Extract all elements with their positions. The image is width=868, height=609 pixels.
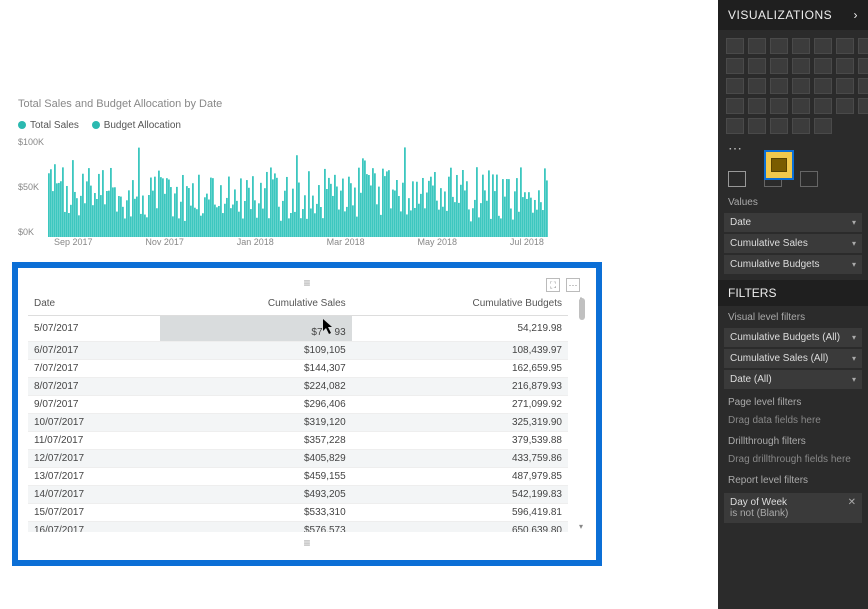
viz-type-icon[interactable] [814,118,832,134]
drop-hint[interactable]: Drag data fields here [718,411,868,430]
scroll-thumb[interactable] [579,298,585,320]
values-label: Values [718,191,868,211]
legend-dot-icon [92,121,100,129]
table-row[interactable]: 5/07/2017$79354,219.98 [28,316,568,342]
page-filters-label: Page level filters [718,391,868,411]
chevron-down-icon[interactable]: ▾ [852,354,856,363]
viz-type-icon[interactable] [836,78,854,94]
viz-type-icon[interactable] [792,98,810,114]
table-row[interactable]: 14/07/2017$493,205542,199.83 [28,486,568,504]
field-pill[interactable]: Date▾ [724,213,862,232]
report-filter-pill[interactable]: Day of Week is not (Blank) ✕ [724,493,862,523]
col-header[interactable]: Cumulative Budgets [352,294,568,316]
table-row[interactable]: 10/07/2017$319,120325,319.90 [28,414,568,432]
filters-header[interactable]: FILTERS [718,280,868,306]
analytics-tab-icon[interactable] [800,171,818,187]
table-row[interactable]: 7/07/2017$144,307162,659.95 [28,360,568,378]
viz-type-grid [718,30,868,138]
filter-pill[interactable]: Cumulative Budgets (All)▾ [724,328,862,347]
scrollbar[interactable]: ▴ ▾ [576,294,586,532]
viz-type-icon[interactable] [858,38,868,54]
viz-type-icon[interactable] [770,58,788,74]
viz-type-icon[interactable] [836,98,854,114]
drop-hint[interactable]: Drag drillthrough fields here [718,450,868,469]
viz-type-icon[interactable] [858,58,868,74]
scroll-down-icon[interactable]: ▾ [576,522,586,532]
viz-type-icon[interactable] [792,38,810,54]
col-header[interactable]: Cumulative Sales [160,294,351,316]
chevron-down-icon[interactable]: ▾ [852,375,856,384]
table-row[interactable]: 6/07/2017$109,105108,439.97 [28,342,568,360]
viz-type-icon[interactable] [792,58,810,74]
chevron-down-icon[interactable]: ▾ [852,260,856,269]
table-row[interactable]: 13/07/2017$459,155487,979.85 [28,468,568,486]
chart-title: Total Sales and Budget Allocation by Dat… [18,98,578,110]
viz-type-icon[interactable] [814,98,832,114]
viz-type-icon[interactable] [726,98,744,114]
viz-type-icon[interactable] [792,78,810,94]
table-scroll[interactable]: Date Cumulative Sales Cumulative Budgets… [28,294,586,532]
field-pill[interactable]: Cumulative Budgets▾ [724,255,862,274]
viz-type-icon[interactable] [814,78,832,94]
viz-type-icon[interactable] [748,118,766,134]
table-row[interactable]: 9/07/2017$296,406271,099.92 [28,396,568,414]
viz-type-icon[interactable] [748,98,766,114]
viz-type-icon[interactable] [770,118,788,134]
chart-visual[interactable]: Total Sales and Budget Allocation by Dat… [18,98,578,247]
more-options-icon[interactable]: ⋯ [566,278,580,292]
drag-handle-icon[interactable]: ≡ [28,536,586,550]
report-canvas: Total Sales and Budget Allocation by Dat… [0,0,718,609]
table-row[interactable]: 16/07/2017$576,573650,639.80 [28,522,568,533]
viz-type-icon[interactable] [770,98,788,114]
viz-type-icon[interactable] [814,38,832,54]
viz-type-icon[interactable] [792,118,810,134]
chart-y-axis: $100K $50K $0K [18,137,44,237]
viz-type-icon[interactable] [836,58,854,74]
filter-pill[interactable]: Date (All)▾ [724,370,862,389]
drillthrough-label: Drillthrough filters [718,430,868,450]
viz-type-icon[interactable] [748,38,766,54]
viz-type-icon[interactable] [858,98,868,114]
viz-type-icon[interactable] [726,58,744,74]
viz-type-icon[interactable] [770,78,788,94]
report-filters-label: Report level filters [718,469,868,489]
table-row[interactable]: 8/07/2017$224,082216,879.93 [28,378,568,396]
viz-type-icon[interactable] [726,78,744,94]
chevron-down-icon[interactable]: ▾ [852,218,856,227]
legend-dot-icon [18,121,26,129]
table-row[interactable]: 11/07/2017$357,228379,539.88 [28,432,568,450]
chart-bars [48,137,548,237]
chart-legend: Total Sales Budget Allocation [18,120,578,131]
viz-type-icon[interactable] [770,38,788,54]
panel-header[interactable]: VISUALIZATIONS › [718,0,868,30]
legend-item[interactable]: Budget Allocation [92,120,181,131]
data-table: Date Cumulative Sales Cumulative Budgets… [28,294,568,532]
chevron-down-icon[interactable]: ▾ [852,239,856,248]
viz-type-icon[interactable] [836,38,854,54]
table-visual-selected[interactable]: ≡ ⛶ ⋯ Date Cumulative Sales Cumulative B… [12,262,602,566]
viz-type-icon[interactable] [726,38,744,54]
legend-item[interactable]: Total Sales [18,120,79,131]
chart-x-axis: Sep 2017 Nov 2017 Jan 2018 Mar 2018 May … [54,237,544,247]
chevron-right-icon[interactable]: › [854,8,859,22]
viz-type-icon[interactable] [726,118,744,134]
chevron-down-icon[interactable]: ▾ [852,333,856,342]
viz-type-icon[interactable] [858,78,868,94]
col-header[interactable]: Date [28,294,160,316]
fields-tab-icon[interactable] [728,171,746,187]
field-pill[interactable]: Cumulative Sales▾ [724,234,862,253]
visualizations-panel: VISUALIZATIONS › ⋯ Values Date▾Cumulativ… [718,0,868,609]
visual-filters-label: Visual level filters [718,306,868,326]
drag-handle-icon[interactable]: ≡ [28,276,586,290]
table-row[interactable]: 12/07/2017$405,829433,759.86 [28,450,568,468]
table-row[interactable]: 15/07/2017$533,310596,419.81 [28,504,568,522]
table-viz-selected-icon[interactable] [764,150,794,180]
focus-mode-icon[interactable]: ⛶ [546,278,560,292]
viz-type-icon[interactable] [748,58,766,74]
close-icon[interactable]: ✕ [848,497,856,519]
filter-pill[interactable]: Cumulative Sales (All)▾ [724,349,862,368]
viz-type-icon[interactable] [814,58,832,74]
viz-type-icon[interactable] [748,78,766,94]
